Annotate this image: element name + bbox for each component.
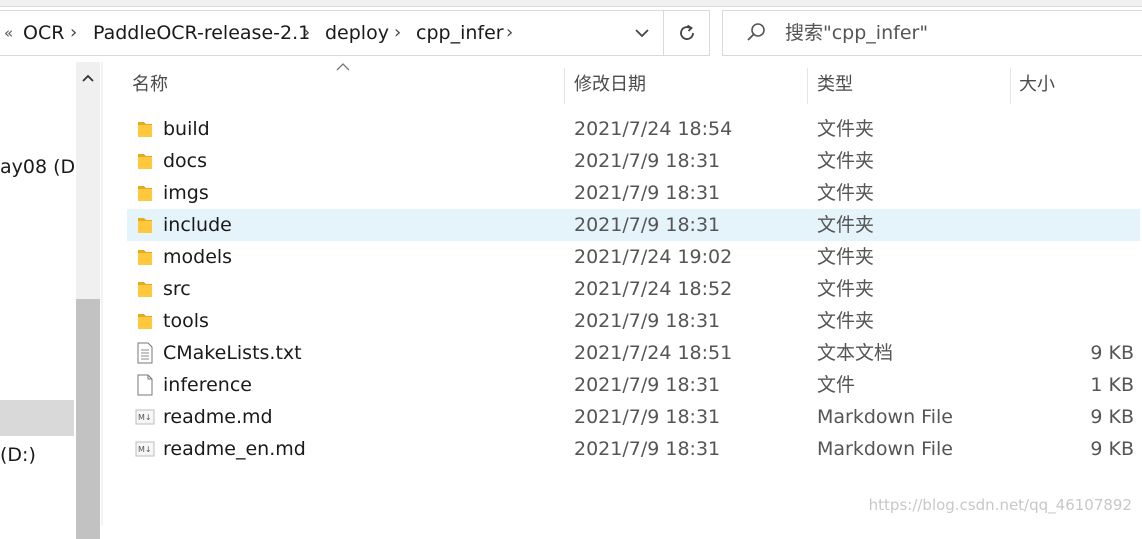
nav-item-drive[interactable]: ay08 (DE [0,156,76,178]
nav-scrollbar-thumb[interactable] [76,299,100,539]
file-modified: 2021/7/9 18:31 [574,214,721,236]
breadcrumb-cpp-infer[interactable]: cpp_infer [416,11,504,55]
file-modified: 2021/7/24 18:54 [574,118,733,140]
column-header-name[interactable]: 名称 [132,62,168,108]
file-size: 9 KB [1090,342,1134,364]
file-type: 文件夹 [817,310,875,332]
address-history-dropdown[interactable] [628,11,656,55]
file-modified: 2021/7/24 18:52 [574,278,733,300]
folder-icon [135,182,155,204]
file-name: readme_en.md [163,438,306,460]
file-type: 文件夹 [817,246,875,268]
folder-icon [135,310,155,332]
column-header-row: 名称 修改日期 类型 大小 [104,62,1142,108]
nav-scroll-up-button[interactable] [76,62,100,94]
file-size: 9 KB [1090,438,1134,460]
refresh-icon [680,24,694,40]
file-size: 1 KB [1090,374,1134,396]
file-name: include [163,214,232,236]
file-row[interactable]: models 2021/7/24 19:02 文件夹 [127,241,1140,273]
column-header-modified[interactable]: 修改日期 [574,62,646,108]
svg-text:M↓: M↓ [138,445,152,454]
chevron-down-icon [635,29,649,38]
svg-text:M↓: M↓ [138,413,152,422]
breadcrumb-separator-icon[interactable]: › [394,11,401,55]
markdown-file-icon: M↓ [135,406,155,428]
pane-divider[interactable] [101,62,103,525]
window-top-strip [0,0,1142,7]
column-header-size[interactable]: 大小 [1019,62,1055,108]
file-row[interactable]: inference 2021/7/9 18:31 文件 1 KB [127,369,1140,401]
search-icon [747,23,765,41]
file-row[interactable]: tools 2021/7/9 18:31 文件夹 [127,305,1140,337]
file-name: build [163,118,210,140]
file-modified: 2021/7/9 18:31 [574,374,721,396]
file-name: tools [163,310,209,332]
file-row[interactable]: CMakeLists.txt 2021/7/24 18:51 文本文档 9 KB [127,337,1140,369]
markdown-file-icon: M↓ [135,438,155,460]
breadcrumb-deploy[interactable]: deploy [325,11,389,55]
column-separator[interactable] [564,68,565,104]
file-row[interactable]: M↓ readme_en.md 2021/7/9 18:31 Markdown Fil… [127,433,1140,465]
file-type: 文本文档 [817,342,894,364]
file-row[interactable]: docs 2021/7/9 18:31 文件夹 [127,145,1140,177]
breadcrumb-separator-icon[interactable]: › [303,11,310,55]
column-separator[interactable] [1010,68,1011,104]
folder-icon [135,118,155,140]
file-type: Markdown File [817,406,953,428]
folder-icon [135,150,155,172]
file-type: 文件夹 [817,150,875,172]
file-modified: 2021/7/9 18:31 [574,310,721,332]
breadcrumb-separator-icon[interactable]: › [506,11,513,55]
folder-icon [135,278,155,300]
address-bar[interactable]: « OCR › PaddleOCR-release-2.1 › deploy ›… [0,10,710,56]
file-modified: 2021/7/9 18:31 [574,438,721,460]
file-type: 文件夹 [817,278,875,300]
file-modified: 2021/7/24 18:51 [574,342,733,364]
file-type: 文件 [817,374,856,396]
file-size: 9 KB [1090,406,1134,428]
file-row[interactable]: include 2021/7/9 18:31 文件夹 [127,209,1140,241]
file-icon [135,374,155,396]
file-name: src [163,278,191,300]
search-box[interactable]: 搜索"cpp_infer" [722,10,1142,56]
file-modified: 2021/7/9 18:31 [574,150,721,172]
file-name: inference [163,374,252,396]
refresh-button[interactable] [663,11,710,55]
file-name: docs [163,150,208,172]
file-name: readme.md [163,406,273,428]
file-type: 文件夹 [817,118,875,140]
column-separator[interactable] [807,68,808,104]
breadcrumb-paddleocr[interactable]: PaddleOCR-release-2.1 [93,11,310,55]
file-row[interactable]: M↓ readme.md 2021/7/9 18:31 Markdown File 9 … [127,401,1140,433]
file-row[interactable]: src 2021/7/24 18:52 文件夹 [127,273,1140,305]
file-modified: 2021/7/24 19:02 [574,246,733,268]
file-type: 文件夹 [817,182,875,204]
file-type: Markdown File [817,438,953,460]
watermark: https://blog.csdn.net/qq_46107892 [868,496,1132,514]
search-placeholder[interactable]: 搜索"cpp_infer" [785,11,928,55]
file-type: 文件夹 [817,214,875,236]
folder-icon [135,214,155,236]
chevron-up-icon [82,74,94,82]
folder-icon [135,246,155,268]
file-name: models [163,246,233,268]
breadcrumb-separator-icon[interactable]: › [70,11,77,55]
text-file-icon [135,342,155,364]
nav-item-d-drive[interactable]: (D:) [0,444,76,466]
file-row[interactable]: imgs 2021/7/9 18:31 文件夹 [127,177,1140,209]
navigation-pane: ay08 (DE (D:) [0,62,100,539]
file-row[interactable]: build 2021/7/24 18:54 文件夹 [127,113,1140,145]
column-header-type[interactable]: 类型 [817,62,853,108]
file-modified: 2021/7/9 18:31 [574,406,721,428]
file-modified: 2021/7/9 18:31 [574,182,721,204]
file-name: CMakeLists.txt [163,342,302,364]
file-name: imgs [163,182,209,204]
breadcrumb-ocr[interactable]: OCR [23,11,64,55]
nav-selected-highlight [0,400,74,436]
overflow-chevron[interactable]: « [4,11,13,55]
